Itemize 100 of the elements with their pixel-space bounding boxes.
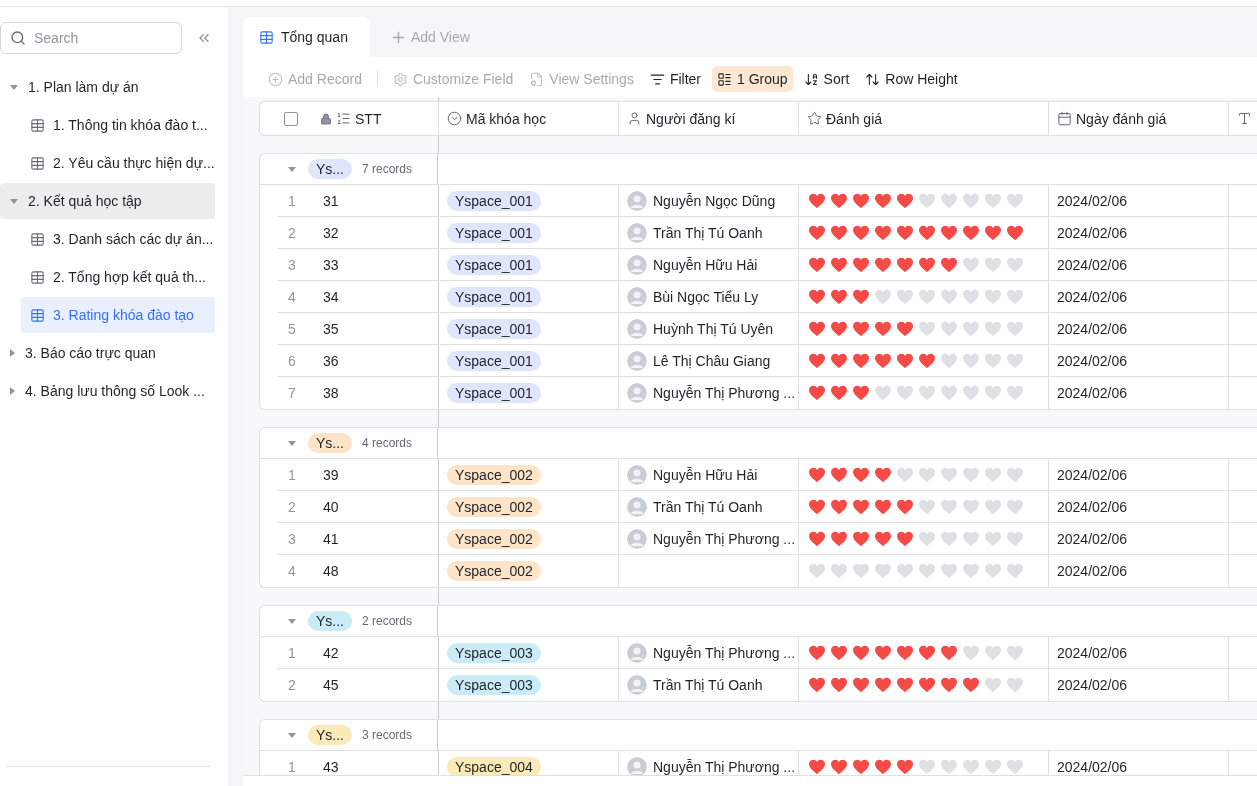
heart-icon [962,530,980,547]
heart-rating[interactable] [807,498,1024,515]
date-cell: 2024/02/06 [1057,320,1128,337]
heart-icon [918,385,936,401]
heart-icon [852,466,870,483]
heart-icon [984,563,1002,579]
avatar-icon [627,190,647,211]
heart-icon [918,677,936,693]
sidebar-folder[interactable]: 3. Báo cáo trực quan [0,335,215,371]
heart-rating[interactable] [807,530,1024,547]
column-header[interactable]: Mã khóa học [439,102,619,135]
person-name: Nguyễn Thị Phương ... [653,530,796,547]
heart-icon [962,192,980,209]
heart-rating[interactable] [807,385,1024,401]
heart-icon [808,320,826,337]
heart-icon [962,644,980,661]
heart-icon [874,530,892,547]
heart-rating[interactable] [807,224,1024,241]
table-cell: 35 [323,320,339,337]
table-icon [259,29,274,45]
date-cell: 2024/02/06 [1057,385,1128,401]
heart-rating[interactable] [807,192,1024,209]
course-code-tag: Yspace_003 [447,642,541,663]
heart-rating[interactable] [807,644,1024,661]
heart-icon [984,320,1002,337]
view-tab[interactable]: Tổng quan [243,17,370,57]
heart-icon [940,385,958,401]
toolbar-button[interactable]: Sort [798,66,855,92]
heart-icon [918,530,936,547]
sidebar-item[interactable]: 1. Thông tin khóa đào t... [21,107,215,143]
heart-icon [830,466,848,483]
row-number: 3 [287,530,297,547]
column-header[interactable]: Ngày đánh giá [1049,102,1229,135]
heart-icon [874,466,892,483]
heart-icon [1006,498,1024,515]
search-icon [10,30,26,46]
course-code-tag: Yspace_001 [447,383,541,403]
star-icon [807,111,822,126]
heart-icon [918,320,936,337]
person-name: Huỳnh Thị Tú Uyên [653,320,774,337]
heart-icon [984,192,1002,209]
heart-rating[interactable] [807,677,1024,693]
course-code-tag: Yspace_003 [447,675,541,695]
heart-icon [852,352,870,369]
heart-icon [808,677,826,693]
heart-icon [808,385,826,401]
document-gear-icon [529,71,545,87]
heart-icon [808,530,826,547]
date-cell: 2024/02/06 [1057,759,1128,775]
heart-icon [918,256,936,273]
sidebar-folder[interactable]: 2. Kết quả học tập [0,183,215,219]
heart-icon [962,563,980,579]
heart-rating[interactable] [807,466,1024,483]
group-toggle-icon[interactable] [288,440,296,446]
date-cell: 2024/02/06 [1057,224,1128,241]
heart-icon [984,224,1002,241]
column-header[interactable]: STT [260,102,439,135]
toolbar-button[interactable]: Row Height [860,66,963,92]
select-all-checkbox[interactable] [284,111,298,126]
search-field[interactable]: Search [0,22,182,54]
sidebar-item[interactable]: 2. Yêu cầu thực hiện dự... [21,145,215,181]
heart-icon [874,385,892,401]
heart-icon [1006,563,1024,579]
group-toggle-icon[interactable] [288,618,296,624]
column-header[interactable]: Người đăng kí [619,102,799,135]
heart-rating[interactable] [807,288,1024,305]
sidebar-item[interactable]: 3. Danh sách các dự án... [21,221,215,257]
heart-icon [984,352,1002,369]
heart-rating[interactable] [807,352,1024,369]
person-name: Bùi Ngọc Tiểu Ly [653,288,759,305]
heart-icon [830,385,848,401]
sidebar-item[interactable]: 2. Tổng hợp kết quả th... [21,259,215,295]
group-toggle-icon[interactable] [288,166,296,172]
date-cell: 2024/02/06 [1057,530,1128,547]
heart-rating[interactable] [807,320,1024,337]
row-number: 2 [287,498,297,515]
course-code-tag: Yspace_004 [447,757,541,775]
heart-icon [984,385,1002,401]
column-header[interactable]: Đánh giá [799,102,1049,135]
toolbar-button[interactable]: 1 Group [712,66,793,92]
heart-icon [1006,530,1024,547]
sidebar-item[interactable]: 3. Rating khóa đào tạo [21,297,215,333]
toolbar-button[interactable]: Filter [644,66,706,92]
group-toggle-icon[interactable] [288,732,296,738]
sidebar-folder[interactable]: 4. Bảng lưu thông số Look ... [0,373,215,409]
heart-icon [962,256,980,273]
group-tag: Ys... [308,159,352,179]
heart-icon [962,385,980,401]
heart-icon [962,288,980,305]
heart-rating[interactable] [807,759,1024,775]
sidebar-folder[interactable]: 1. Plan làm dự án [0,69,215,105]
heart-icon [896,530,914,547]
heart-icon [1006,352,1024,369]
heart-icon [808,563,826,579]
heart-icon [1006,256,1024,273]
heart-rating[interactable] [807,256,1024,273]
heart-icon [852,563,870,579]
course-code-tag: Yspace_002 [447,528,541,549]
avatar-icon [627,254,647,275]
row-number: 1 [287,759,297,775]
